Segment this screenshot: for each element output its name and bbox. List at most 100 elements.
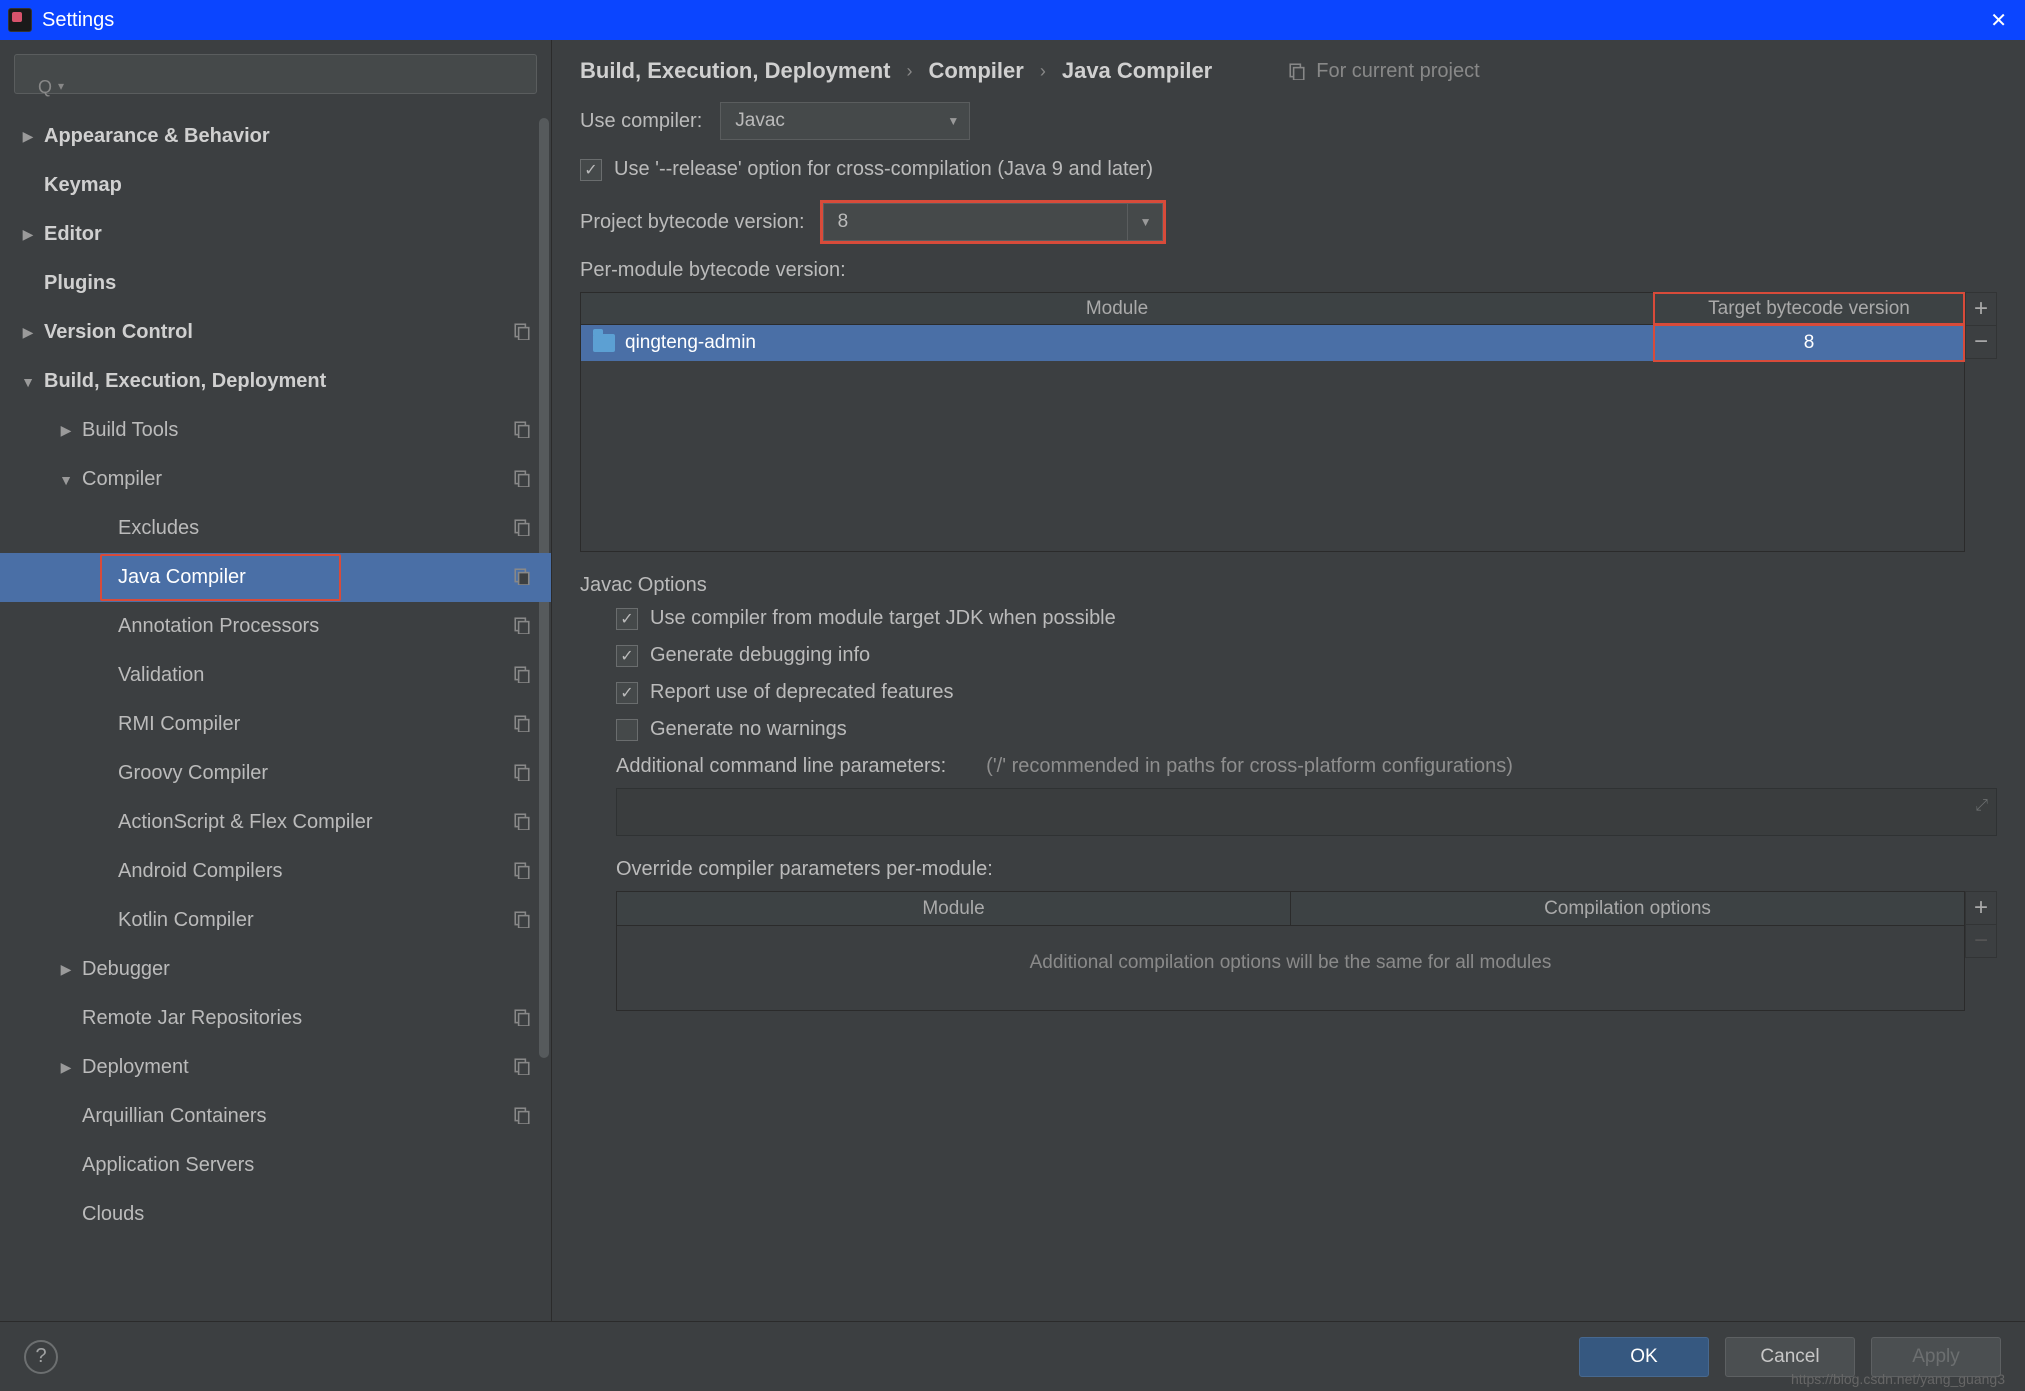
sidebar-item-clouds[interactable]: ▶Clouds (0, 1190, 551, 1239)
sidebar-item-groovy-compiler[interactable]: ▶Groovy Compiler (0, 749, 551, 798)
per-module-label: Per-module bytecode version: (580, 259, 1997, 282)
sidebar-item-label: Deployment (82, 1056, 189, 1079)
opt2-checkbox[interactable] (616, 645, 638, 667)
sidebar-item-arquillian-containers[interactable]: ▶Arquillian Containers (0, 1092, 551, 1141)
copy-icon (1288, 62, 1306, 80)
sidebar-item-plugins[interactable]: ▶Plugins (0, 259, 551, 308)
chevron-down-icon: ▼ (1127, 204, 1152, 240)
sidebar-item-label: Excludes (118, 517, 199, 540)
override-empty-text: Additional compilation options will be t… (617, 926, 1964, 974)
per-module-table[interactable]: Module Target bytecode version qingteng-… (580, 292, 1965, 552)
sidebar-item-excludes[interactable]: ▶Excludes (0, 504, 551, 553)
sidebar-item-label: Editor (44, 223, 102, 246)
sidebar-item-label: Appearance & Behavior (44, 125, 270, 148)
sidebar-item-compiler[interactable]: ▼Compiler (0, 455, 551, 504)
crumb-c: Java Compiler (1062, 58, 1212, 84)
folder-icon (593, 334, 615, 352)
sidebar-item-java-compiler[interactable]: ▶Java Compiler (0, 553, 551, 602)
use-compiler-label: Use compiler: (580, 110, 702, 133)
sidebar-item-label: Validation (118, 664, 204, 687)
use-compiler-select[interactable]: Javac ▼ (720, 102, 970, 140)
remove-row-button[interactable]: − (1965, 325, 1997, 359)
chevron-right-icon: ▶ (56, 422, 76, 439)
chevron-right-icon: ▶ (56, 961, 76, 978)
project-bytecode-label: Project bytecode version: (580, 211, 805, 234)
sidebar-item-rmi-compiler[interactable]: ▶RMI Compiler (0, 700, 551, 749)
titlebar: Settings ✕ (0, 0, 2025, 40)
chevron-down-icon: ▼ (18, 374, 38, 390)
sidebar-item-label: Remote Jar Repositories (82, 1007, 302, 1030)
sidebar-item-annotation-processors[interactable]: ▶Annotation Processors (0, 602, 551, 651)
chevron-right-icon: ▶ (18, 128, 38, 145)
sidebar-item-label: ActionScript & Flex Compiler (118, 811, 373, 834)
override-add-button[interactable]: + (1965, 891, 1997, 925)
project-bytecode-select[interactable]: 8 ▼ (823, 203, 1163, 241)
chevron-right-icon: › (906, 61, 912, 82)
opt3-checkbox[interactable] (616, 682, 638, 704)
sidebar-item-kotlin-compiler[interactable]: ▶Kotlin Compiler (0, 896, 551, 945)
col-module: Module (581, 293, 1654, 324)
sidebar-item-debugger[interactable]: ▶ Debugger (0, 945, 551, 994)
ok-button[interactable]: OK (1579, 1337, 1709, 1377)
sidebar-item-actionscript-flex-compiler[interactable]: ▶ActionScript & Flex Compiler (0, 798, 551, 847)
close-icon[interactable]: ✕ (1980, 8, 2017, 33)
sidebar-item-label: Java Compiler (118, 566, 246, 589)
sidebar-item-android-compilers[interactable]: ▶Android Compilers (0, 847, 551, 896)
col-target: Target bytecode version (1654, 293, 1964, 324)
search-input[interactable] (14, 54, 537, 94)
app-icon (8, 8, 32, 32)
copy-icon (513, 616, 531, 634)
sidebar-item-validation[interactable]: ▶Validation (0, 651, 551, 700)
sidebar: ▶Appearance & Behavior▶Keymap▶Editor▶Plu… (0, 40, 552, 1321)
crumb-a[interactable]: Build, Execution, Deployment (580, 58, 890, 84)
sidebar-item-label: Version Control (44, 321, 193, 344)
sidebar-item-version-control[interactable]: ▶ Version Control (0, 308, 551, 357)
release-option-label: Use '--release' option for cross-compila… (614, 158, 1153, 181)
copy-icon (513, 420, 531, 438)
sidebar-item-keymap[interactable]: ▶Keymap (0, 161, 551, 210)
sidebar-item-application-servers[interactable]: ▶Application Servers (0, 1141, 551, 1190)
sidebar-item-editor[interactable]: ▶Editor (0, 210, 551, 259)
opt1-checkbox[interactable] (616, 608, 638, 630)
copy-icon (513, 1057, 531, 1075)
table-row[interactable]: qingteng-admin 8 (581, 325, 1964, 361)
sidebar-item-remote-jar-repositories[interactable]: ▶Remote Jar Repositories (0, 994, 551, 1043)
settings-tree[interactable]: ▶Appearance & Behavior▶Keymap▶Editor▶Plu… (0, 108, 551, 1321)
watermark: https://blog.csdn.net/yang_guang3 (1791, 1371, 2005, 1387)
expand-icon[interactable]: ⤢ (1975, 797, 1988, 815)
copy-icon (513, 567, 531, 585)
add-row-button[interactable]: + (1965, 292, 1997, 326)
sidebar-item-build-tools[interactable]: ▶Build Tools (0, 406, 551, 455)
breadcrumb: Build, Execution, Deployment › Compiler … (580, 58, 1997, 84)
sidebar-item-appearance-behavior[interactable]: ▶ Appearance & Behavior (0, 112, 551, 161)
release-option-checkbox[interactable] (580, 159, 602, 181)
addl-params-label: Additional command line parameters: (616, 755, 946, 778)
copy-icon (513, 1008, 531, 1026)
sidebar-item-label: Debugger (82, 958, 170, 981)
copy-icon (513, 518, 531, 536)
help-button[interactable]: ? (24, 1340, 58, 1374)
sidebar-item-label: Arquillian Containers (82, 1105, 267, 1128)
sidebar-item-label: RMI Compiler (118, 713, 240, 736)
chevron-down-icon: ▼ (947, 114, 959, 128)
sidebar-item-deployment[interactable]: ▶Deployment (0, 1043, 551, 1092)
crumb-b[interactable]: Compiler (928, 58, 1023, 84)
current-project-hint: For current project (1288, 60, 1479, 83)
opt4-checkbox[interactable] (616, 719, 638, 741)
chevron-right-icon: ▶ (18, 324, 38, 341)
override-label: Override compiler parameters per-module: (616, 858, 1997, 881)
override-remove-button[interactable]: − (1965, 924, 1997, 958)
sidebar-item-label: Clouds (82, 1203, 144, 1226)
dialog-footer: ? OK Cancel Apply https://blog.csdn.net/… (0, 1321, 2025, 1391)
sidebar-item-label: Compiler (82, 468, 162, 491)
override-table[interactable]: Module Compilation options Additional co… (616, 891, 1965, 1011)
addl-params-input[interactable]: ⤢ (616, 788, 1997, 836)
sidebar-item-label: Annotation Processors (118, 615, 319, 638)
sidebar-item-label: Application Servers (82, 1154, 254, 1177)
sidebar-item-build-execution-deployment[interactable]: ▼Build, Execution, Deployment (0, 357, 551, 406)
sidebar-item-label: Groovy Compiler (118, 762, 268, 785)
copy-icon (513, 763, 531, 781)
window-title: Settings (42, 9, 114, 32)
copy-icon (513, 1106, 531, 1124)
sidebar-item-label: Kotlin Compiler (118, 909, 254, 932)
